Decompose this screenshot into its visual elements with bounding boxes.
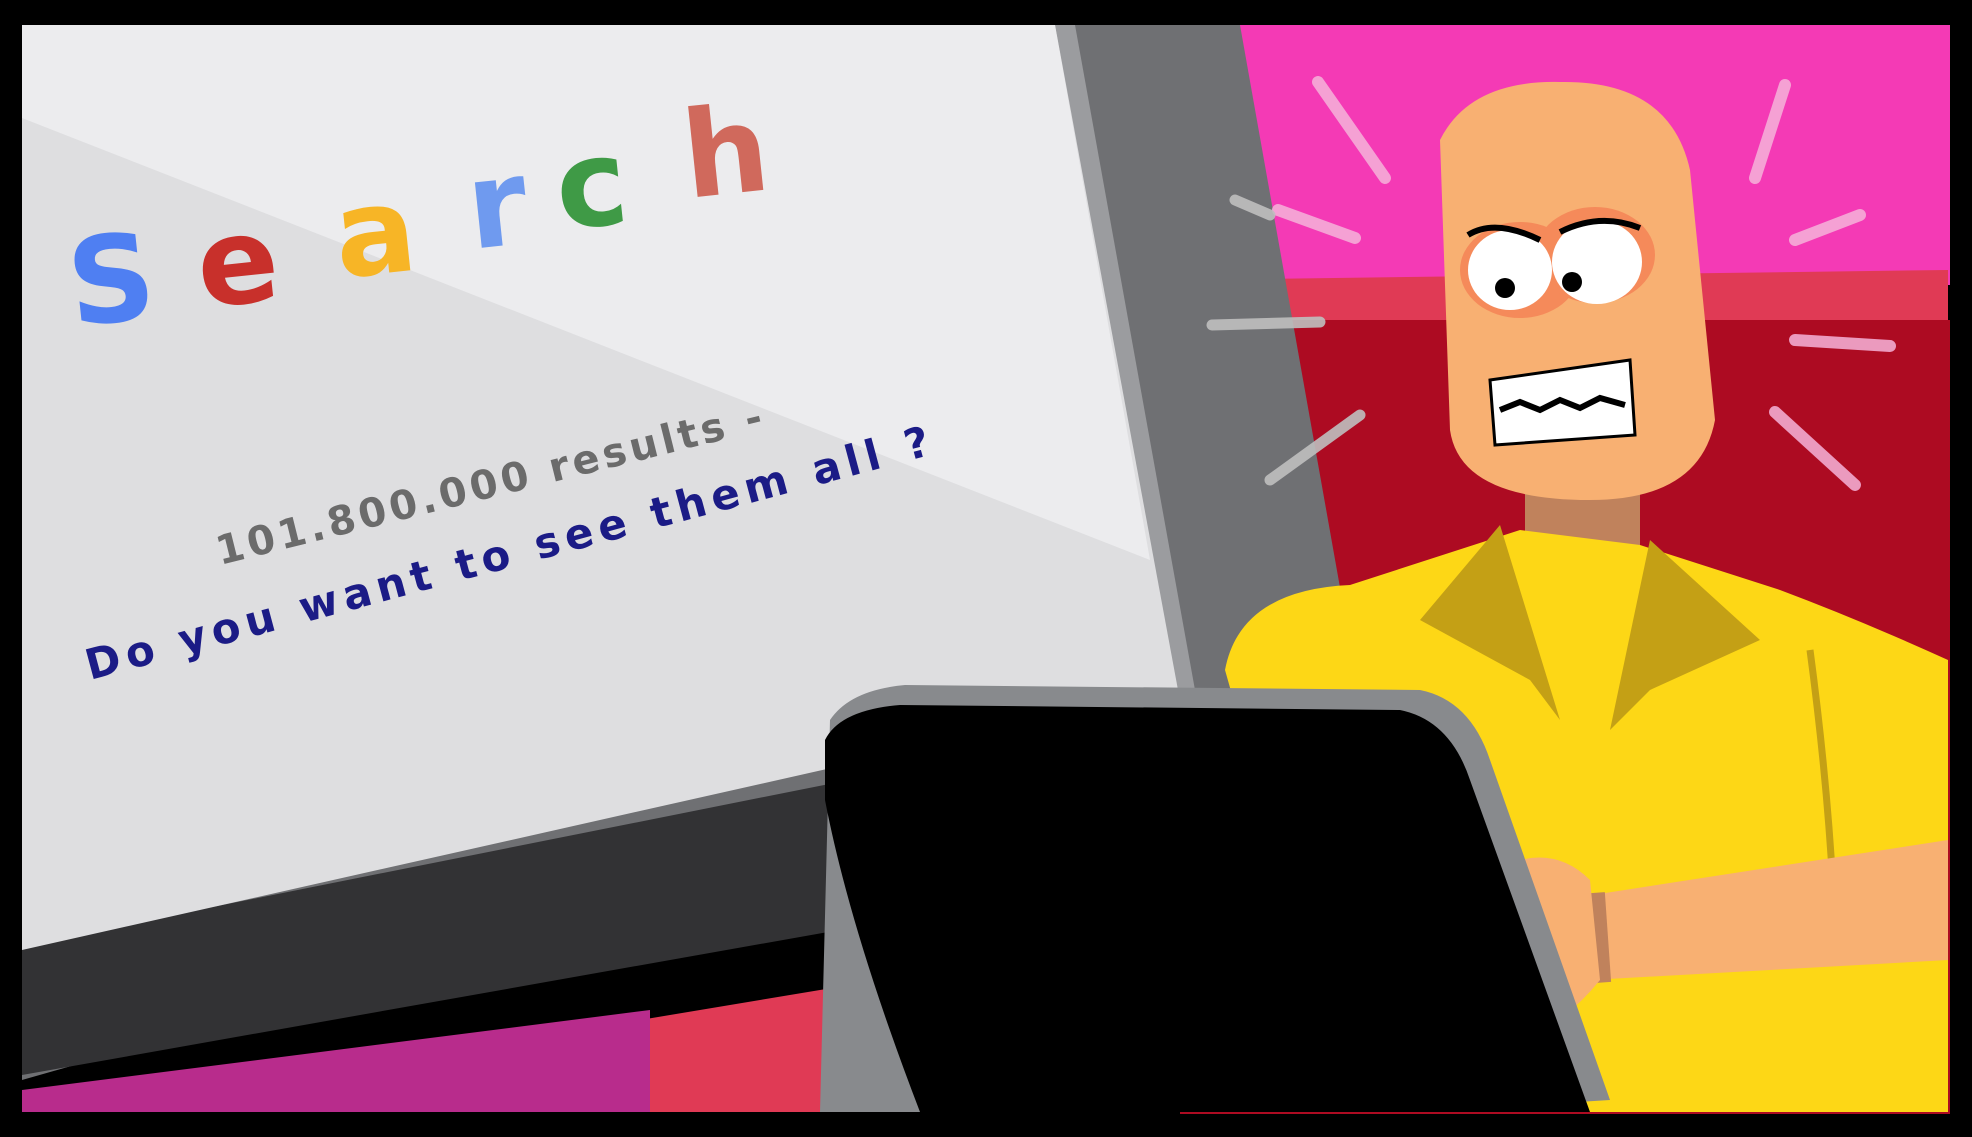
search-letter-a: a (328, 160, 423, 307)
search-letter-s: S (61, 207, 161, 354)
eye-left (1468, 230, 1552, 310)
comic-panel: S e a r c h 101.800.000 results - Do you… (0, 0, 1972, 1137)
search-letter-h: h (676, 80, 775, 227)
pupil-left (1495, 278, 1515, 298)
search-letter-c: c (549, 113, 634, 259)
search-letter-e: e (190, 189, 285, 336)
pupil-right (1562, 272, 1582, 292)
illustration: S e a r c h 101.800.000 results - Do you… (0, 1, 1972, 1136)
